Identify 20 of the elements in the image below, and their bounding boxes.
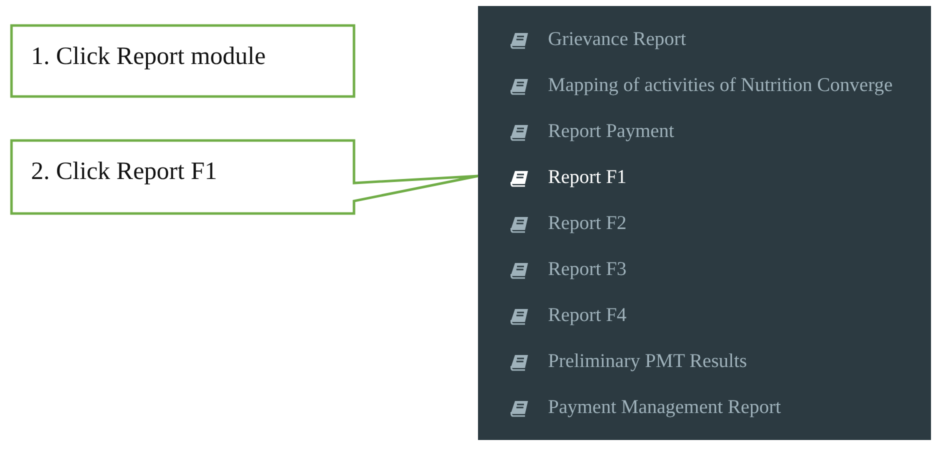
book-icon [510, 262, 529, 278]
sidebar-item[interactable]: Report F2 [510, 213, 627, 235]
sidebar-item[interactable]: Payment Management Report [510, 397, 781, 419]
book-icon [510, 216, 529, 232]
book-icon [510, 308, 529, 324]
book-icon [510, 170, 529, 186]
sidebar-item[interactable]: Report F4 [510, 305, 627, 327]
book-icon [510, 32, 529, 48]
sidebar-item[interactable]: Report F1 [510, 167, 627, 189]
sidebar-item[interactable]: Preliminary PMT Results [510, 351, 747, 373]
callout-text: 2. Click Report F1 [31, 157, 218, 187]
sidebar-item[interactable]: Report F3 [510, 259, 627, 281]
callout-text: 1. Click Report module [31, 42, 266, 72]
book-icon [510, 78, 529, 94]
book-icon [510, 400, 529, 416]
book-icon [510, 124, 529, 140]
sidebar-item[interactable]: Mapping of activities of Nutrition Converge [510, 75, 893, 97]
sidebar-item[interactable]: Report Payment [510, 121, 674, 143]
sidebar-item[interactable]: Grievance Report [510, 29, 686, 51]
book-icon [510, 354, 529, 370]
